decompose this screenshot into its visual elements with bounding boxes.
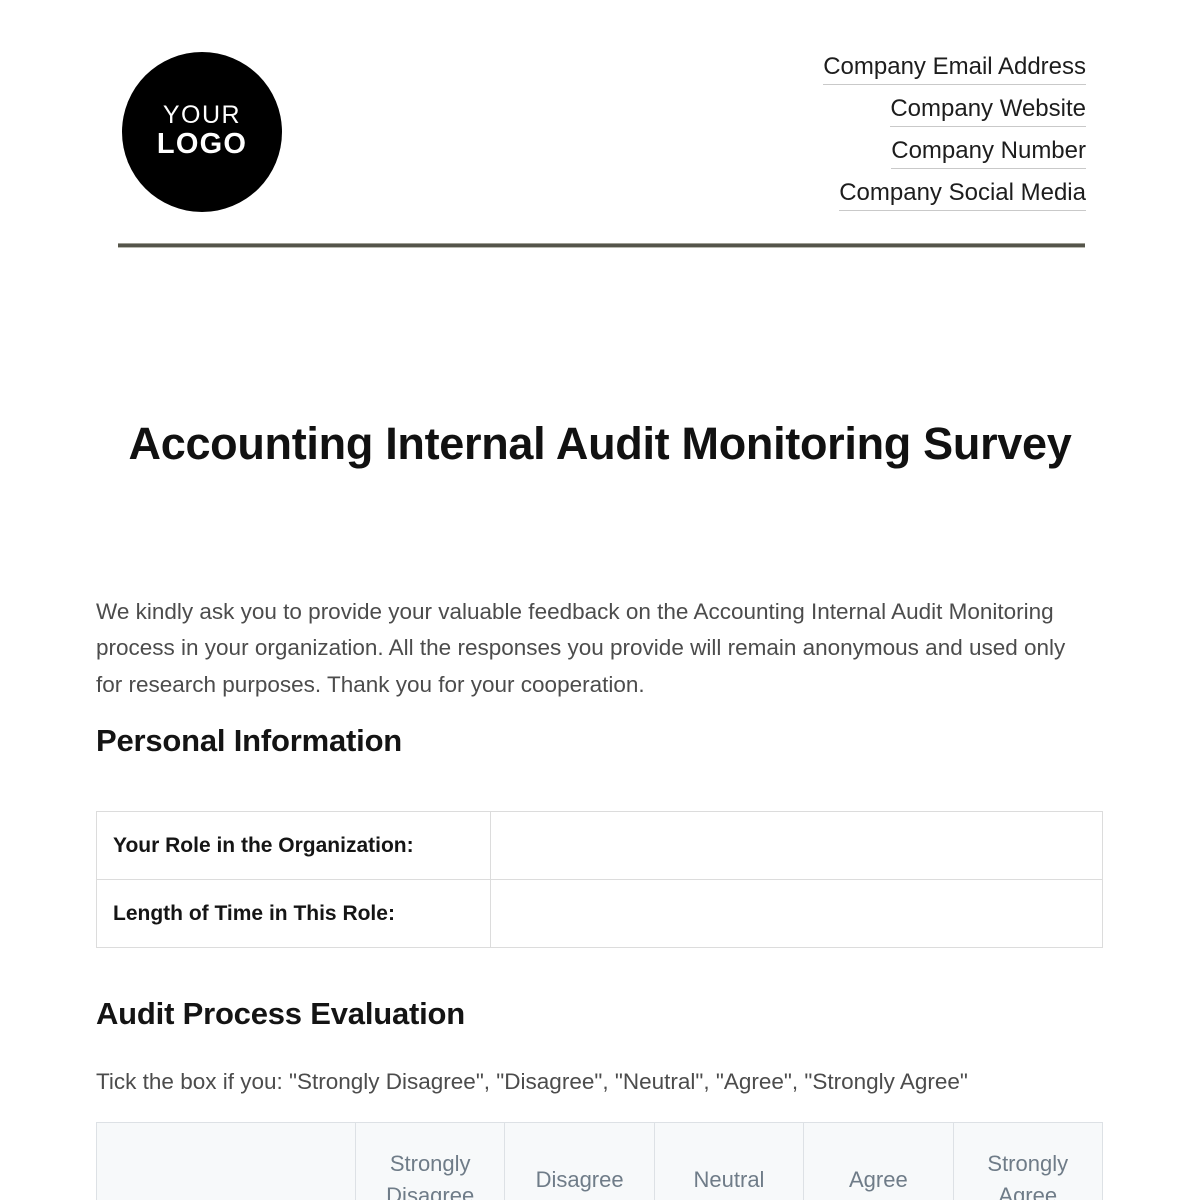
table-row: Your Role in the Organization: xyxy=(96,811,1103,880)
personal-information-table: Your Role in the Organization: Length of… xyxy=(96,811,1103,948)
likert-header-statement-column xyxy=(96,1122,356,1200)
likert-header-row: Strongly Disagree Disagree Neutral Agree… xyxy=(96,1122,1103,1200)
logo-text-logo: LOGO xyxy=(156,128,248,161)
contact-company-number[interactable]: Company Number xyxy=(891,139,1086,169)
contact-company-email-address[interactable]: Company Email Address xyxy=(823,55,1086,85)
audit-process-likert-table: Strongly Disagree Disagree Neutral Agree… xyxy=(96,1122,1103,1200)
likert-header-strongly-disagree: Strongly Disagree xyxy=(354,1122,506,1200)
contact-company-social-media[interactable]: Company Social Media xyxy=(839,181,1086,211)
header-divider-rule xyxy=(118,243,1085,248)
page-title: Accounting Internal Audit Monitoring Sur… xyxy=(128,418,1072,469)
table-row: Length of Time in This Role: xyxy=(96,879,1103,948)
company-logo: YOUR LOGO xyxy=(122,52,282,212)
field-input-length-of-time[interactable] xyxy=(490,879,1103,948)
field-input-your-role[interactable] xyxy=(490,811,1103,880)
audit-process-instruction-note: Tick the box if you: "Strongly Disagree"… xyxy=(96,1069,968,1094)
field-label-length-of-time: Length of Time in This Role: xyxy=(96,879,491,948)
likert-header-neutral: Neutral xyxy=(653,1122,805,1200)
likert-header-strongly-agree: Strongly Agree xyxy=(952,1122,1103,1200)
field-label-your-role: Your Role in the Organization: xyxy=(96,811,491,880)
document-header: YOUR LOGO Company Email Address Company … xyxy=(96,30,1086,230)
section-heading-audit-process-evaluation: Audit Process Evaluation xyxy=(96,996,466,1031)
company-contact-list: Company Email Address Company Website Co… xyxy=(823,55,1086,211)
intro-paragraph: We kindly ask you to provide your valuab… xyxy=(96,599,1066,697)
likert-header-agree: Agree xyxy=(803,1122,954,1200)
contact-company-website[interactable]: Company Website xyxy=(890,97,1086,127)
section-heading-personal-information: Personal Information xyxy=(96,723,403,758)
survey-document-page: YOUR LOGO Company Email Address Company … xyxy=(0,0,1200,1200)
likert-header-disagree: Disagree xyxy=(504,1122,655,1200)
logo-text-your: YOUR xyxy=(162,101,242,130)
